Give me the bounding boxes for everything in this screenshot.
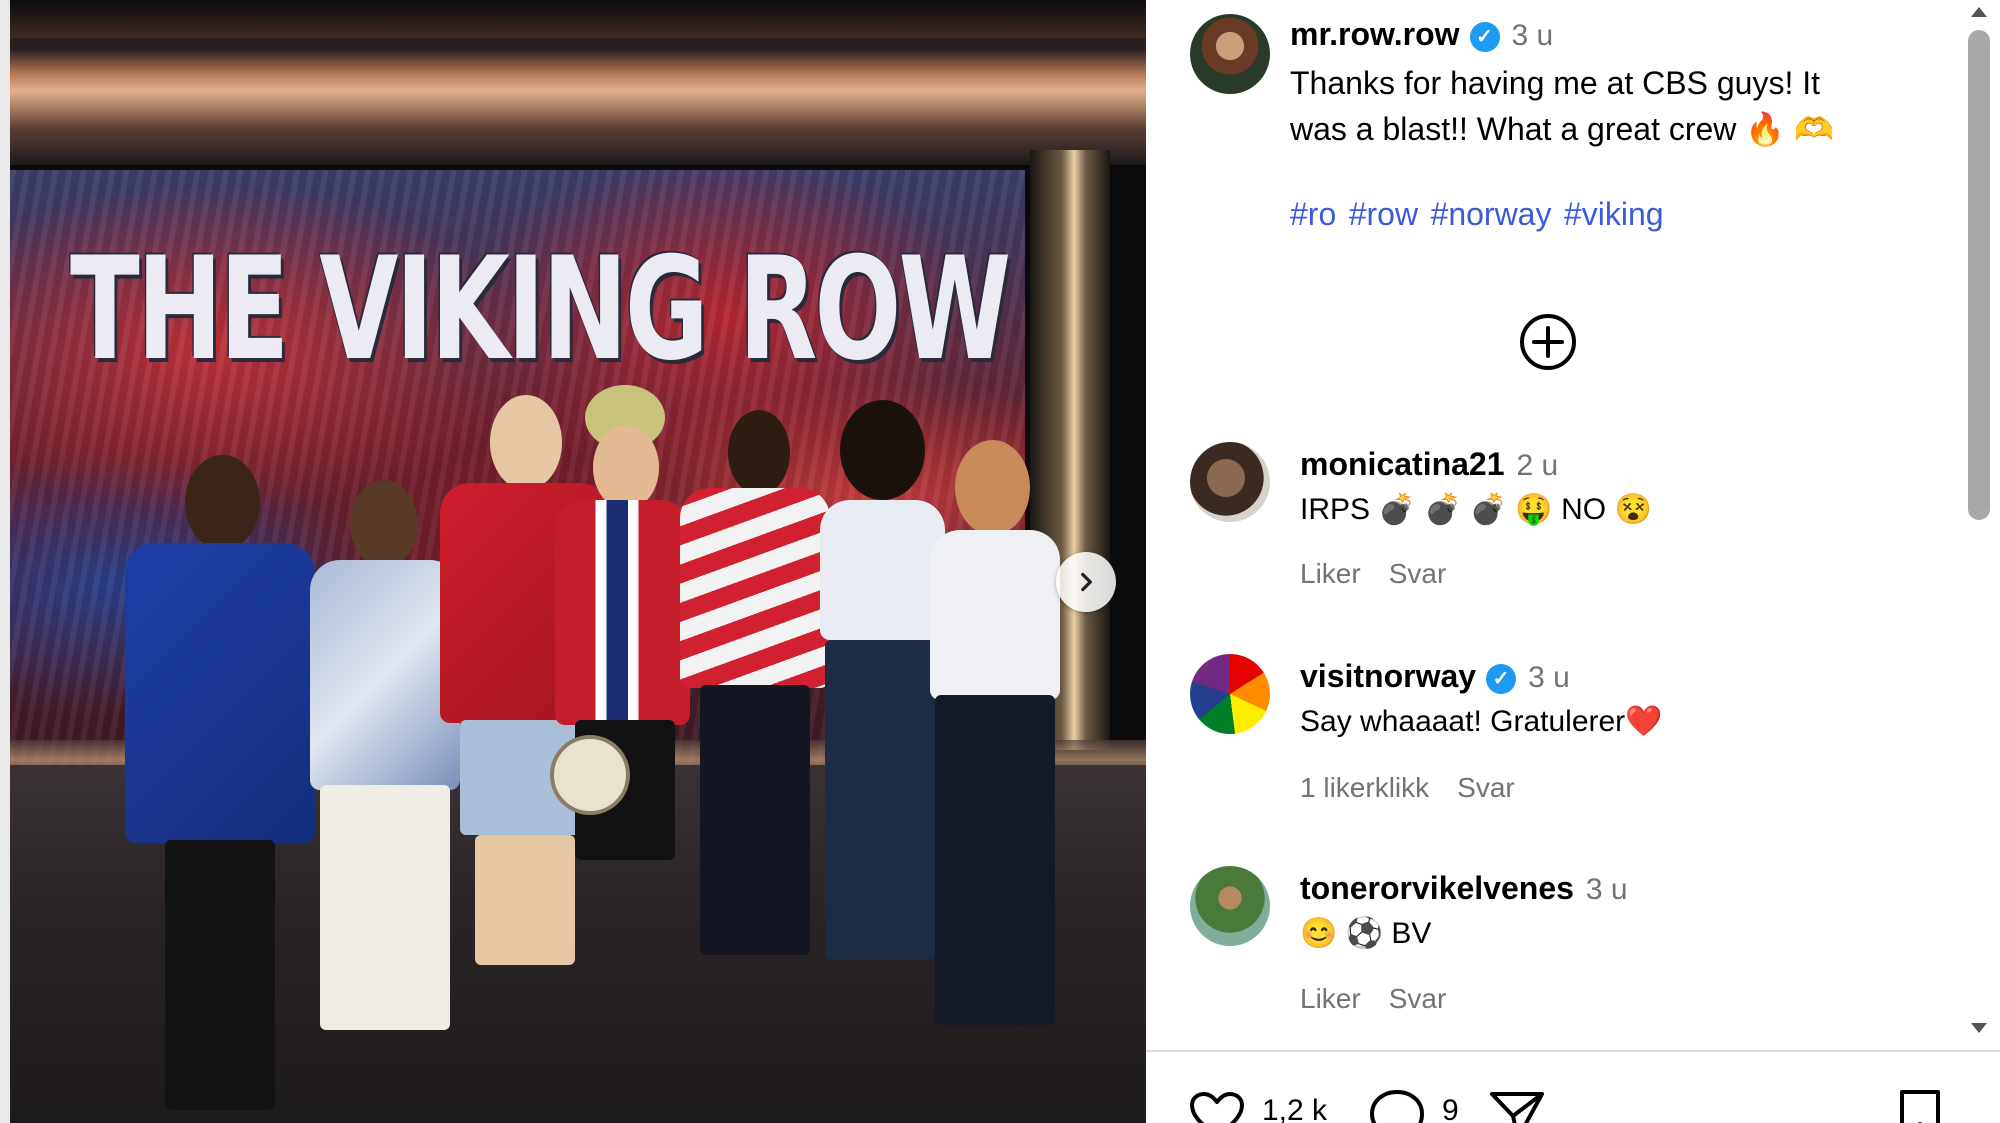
post-action-bar: 1,2 k 9 <box>1146 1052 2000 1123</box>
reply-button[interactable]: Svar <box>1389 983 1447 1014</box>
comment-username[interactable]: visitnorway <box>1300 658 1476 694</box>
like-comment-button[interactable]: Liker <box>1300 983 1361 1014</box>
comment-like-count[interactable]: 1 likerklikk <box>1300 772 1429 803</box>
comment-avatar[interactable] <box>1190 866 1270 946</box>
plus-circle-icon <box>1520 314 1576 370</box>
author-username[interactable]: mr.row.row <box>1290 16 1460 52</box>
comment-time[interactable]: 3 u <box>1586 873 1628 906</box>
comment-text: 😊 ⚽ BV <box>1300 917 1432 950</box>
scrollbar-thumb[interactable] <box>1968 30 1990 520</box>
comment-avatar[interactable] <box>1190 654 1270 734</box>
author-avatar[interactable] <box>1190 14 1270 94</box>
comment-actions: Liker Svar <box>1300 983 1474 1015</box>
next-photo-button[interactable] <box>1056 552 1116 612</box>
post-photo: THE VIKING ROW <box>0 0 1146 1123</box>
comment-avatar[interactable] <box>1190 442 1270 522</box>
person-1 <box>115 455 315 1123</box>
instagram-post-viewer: THE VIKING ROW mr.row.row ✓ 3 u Thanks f… <box>0 0 2000 1123</box>
reply-button[interactable]: Svar <box>1389 558 1447 589</box>
comment-text: Say whaaaat! Gratulerer❤️ <box>1300 705 1663 738</box>
heart-icon[interactable] <box>1188 1090 1246 1123</box>
scroll-down-button[interactable] <box>1962 1016 1996 1040</box>
caption-line-2: was a blast!! What a great crew <box>1290 111 1737 147</box>
person-7 <box>920 440 1070 1030</box>
reply-button[interactable]: Svar <box>1457 772 1515 803</box>
share-icon[interactable] <box>1488 1088 1546 1123</box>
hashtag-list: #ro #row #norway #viking <box>1290 196 1672 233</box>
triangle-down-icon <box>1971 1023 1987 1033</box>
comment-username[interactable]: monicatina21 <box>1300 446 1505 482</box>
video-wall-title: THE VIKING ROW <box>70 227 1011 392</box>
comment-text: IRPS 💣 💣 💣 🤑 NO 😵 <box>1300 493 1652 526</box>
caption-emojis: 🔥 🫶 <box>1745 111 1834 147</box>
hashtag-row[interactable]: #row <box>1349 196 1418 232</box>
verified-badge-icon: ✓ <box>1469 22 1500 52</box>
comment-icon[interactable] <box>1368 1088 1426 1123</box>
ceiling-strip <box>10 0 1146 38</box>
post-time[interactable]: 3 u <box>1512 19 1554 52</box>
comment-header: tonerorvikelvenes 3 u <box>1300 870 1628 907</box>
hashtag-norway[interactable]: #norway <box>1431 196 1552 232</box>
person-4 <box>550 385 690 965</box>
person-5 <box>680 410 830 970</box>
post-caption: Thanks for having me at CBS guys! It was… <box>1290 60 1930 152</box>
photo-left-border <box>0 0 10 1123</box>
comment-time[interactable]: 2 u <box>1517 449 1559 482</box>
comment-username[interactable]: tonerorvikelvenes <box>1300 870 1574 906</box>
comment-count[interactable]: 9 <box>1442 1094 1459 1123</box>
chevron-right-icon <box>1081 572 1092 592</box>
comment-header: monicatina21 2 u <box>1300 446 1558 483</box>
like-comment-button[interactable]: Liker <box>1300 558 1361 589</box>
comment-header: visitnorway ✓ 3 u <box>1300 658 1570 695</box>
caption-line-1: Thanks for having me at CBS guys! It <box>1290 65 1821 101</box>
comment-actions: Liker Svar <box>1300 558 1474 590</box>
comment-time[interactable]: 3 u <box>1528 661 1570 694</box>
like-count[interactable]: 1,2 k <box>1262 1094 1327 1123</box>
author-header: mr.row.row ✓ 3 u <box>1290 16 1553 53</box>
bookmark-icon[interactable] <box>1898 1088 1942 1123</box>
post-side-panel <box>1146 0 2000 1123</box>
load-more-comments-button[interactable] <box>1518 312 1578 372</box>
triangle-up-icon <box>1971 7 1987 17</box>
comment-actions: 1 likerklikk Svar <box>1300 772 1543 804</box>
verified-badge-icon: ✓ <box>1486 664 1517 694</box>
hashtag-ro[interactable]: #ro <box>1290 196 1336 232</box>
scroll-up-button[interactable] <box>1962 0 1996 24</box>
hashtag-viking[interactable]: #viking <box>1564 196 1664 232</box>
